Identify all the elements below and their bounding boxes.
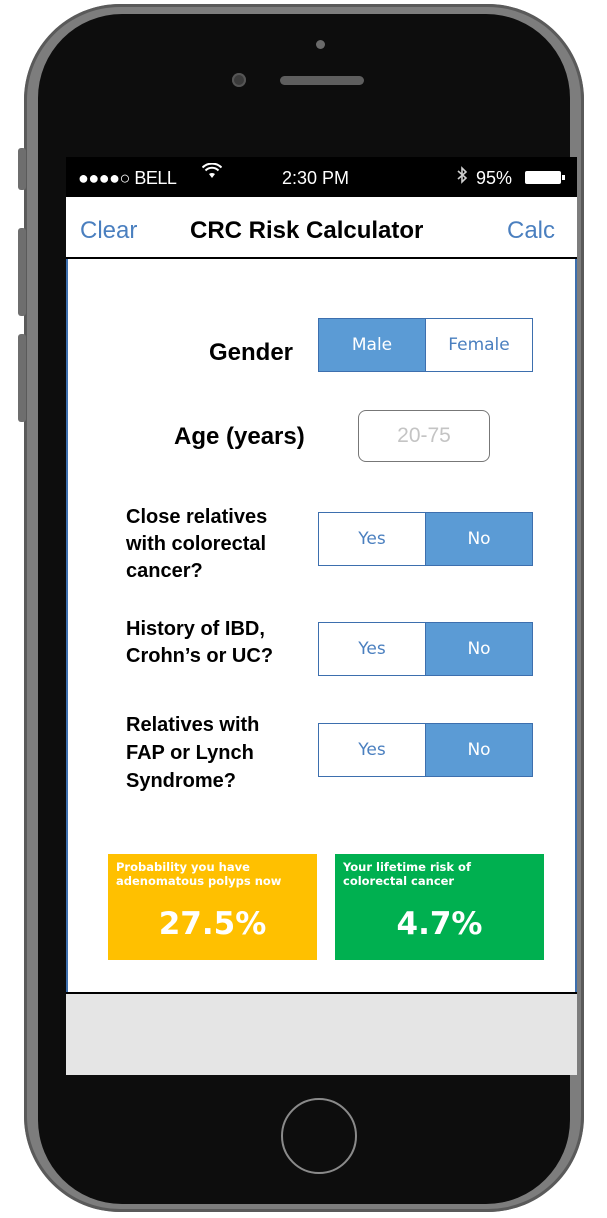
earpiece-speaker: [280, 76, 364, 85]
status-time: 2:30 PM: [282, 168, 350, 188]
label-line: Syndrome?: [126, 770, 237, 792]
mute-switch: [18, 148, 26, 190]
fap-lynch-no-option[interactable]: No: [425, 724, 532, 776]
relatives-crc-yes-option[interactable]: Yes: [319, 513, 425, 565]
proximity-sensor: [316, 40, 325, 49]
status-bar: ●●●●○ BELL 2:30 PM 95%: [66, 157, 577, 197]
lifetime-risk-card: Your lifetime risk of colorectal cancer …: [335, 854, 544, 960]
navigation-bar: Clear CRC Risk Calculator Calc: [66, 197, 577, 259]
age-input[interactable]: [358, 410, 490, 462]
caption-line: adenomatous polyps now: [116, 874, 282, 888]
label-line: FAP or Lynch: [126, 742, 254, 764]
ibd-history-segmented-control: Yes No: [318, 622, 533, 676]
form-area: Gender Male Female Age (years) Close rel…: [66, 259, 577, 992]
caption-line: Your lifetime risk of: [343, 860, 471, 874]
label-line: with colorectal: [126, 533, 267, 555]
calc-button[interactable]: Calc: [507, 217, 555, 245]
phone-screen: ●●●●○ BELL 2:30 PM 95% Clear CRC Risk Ca…: [66, 157, 577, 1075]
relatives-crc-segmented-control: Yes No: [318, 512, 533, 566]
polyps-probability-card: Probability you have adenomatous polyps …: [108, 854, 317, 960]
ibd-history-no-option[interactable]: No: [425, 623, 532, 675]
gender-segmented-control: Male Female: [318, 318, 533, 372]
volume-up-button: [18, 228, 26, 316]
caption-line: colorectal cancer: [343, 874, 455, 888]
label-line: History of IBD,: [126, 618, 265, 640]
lifetime-risk-value: 4.7%: [396, 906, 483, 942]
caption-line: Probability you have: [116, 860, 250, 874]
lifetime-caption: Your lifetime risk of colorectal cancer: [343, 860, 536, 888]
fap-lynch-label: Relatives with FAP or Lynch Syndrome?: [126, 711, 259, 795]
bluetooth-icon: [456, 166, 468, 189]
bottom-toolbar: [66, 992, 577, 1075]
home-button[interactable]: [281, 1098, 357, 1174]
polyps-probability-value: 27.5%: [158, 906, 267, 942]
front-camera: [232, 73, 246, 87]
relatives-crc-no-option[interactable]: No: [425, 513, 532, 565]
battery-percent: 95%: [476, 168, 513, 188]
battery-icon: [525, 171, 565, 184]
label-line: Close relatives: [126, 506, 268, 528]
fap-lynch-segmented-control: Yes No: [318, 723, 533, 777]
gender-male-option[interactable]: Male: [319, 319, 425, 371]
polyps-caption: Probability you have adenomatous polyps …: [116, 860, 309, 888]
relatives-crc-label: Close relatives with colorectal cancer?: [126, 504, 267, 585]
age-label: Age (years): [174, 423, 305, 450]
gender-female-option[interactable]: Female: [425, 319, 532, 371]
clear-button[interactable]: Clear: [80, 217, 137, 245]
wifi-icon: [201, 162, 223, 184]
label-line: cancer?: [126, 560, 203, 582]
ibd-history-yes-option[interactable]: Yes: [319, 623, 425, 675]
carrier-signal: ●●●●○ BELL: [78, 168, 177, 188]
page-title: CRC Risk Calculator: [190, 217, 424, 244]
volume-down-button: [18, 334, 26, 422]
label-line: Relatives with: [126, 714, 260, 736]
ibd-history-label: History of IBD, Crohn’s or UC?: [126, 616, 273, 670]
gender-label: Gender: [209, 339, 294, 366]
fap-lynch-yes-option[interactable]: Yes: [319, 724, 425, 776]
label-line: Crohn’s or UC?: [126, 645, 274, 667]
